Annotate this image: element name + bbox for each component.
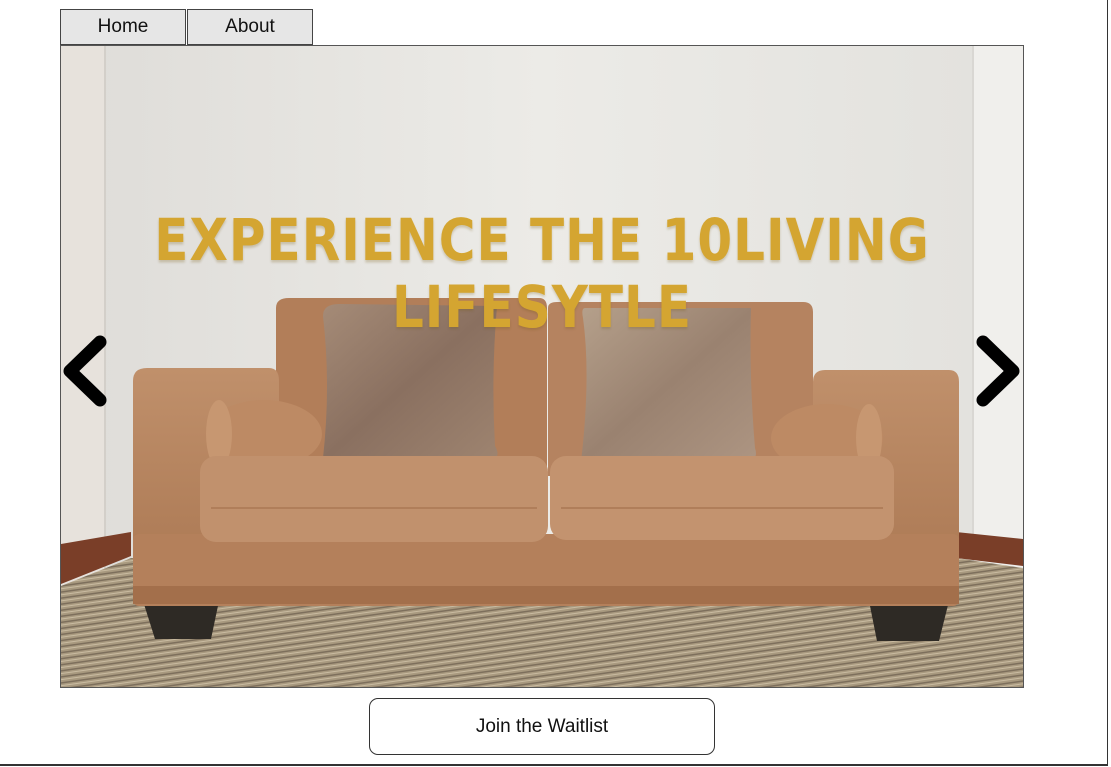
carousel-next-button[interactable] xyxy=(973,334,1023,408)
hero-carousel: EXPERIENCE THE 10LIVING LIFESYTLE xyxy=(60,45,1024,688)
page: Home About EXPERIENCE THE 10LIVING LIFES… xyxy=(0,0,1111,767)
hero-headline: EXPERIENCE THE 10LIVING LIFESYTLE xyxy=(154,207,930,341)
page-border-bottom xyxy=(0,764,1108,766)
tab-home[interactable]: Home xyxy=(60,9,186,45)
top-nav: Home About xyxy=(60,9,313,45)
join-waitlist-button[interactable]: Join the Waitlist xyxy=(369,698,715,755)
page-border-right xyxy=(1107,0,1108,766)
chevron-right-icon xyxy=(976,335,1020,407)
tab-about[interactable]: About xyxy=(187,9,313,45)
carousel-prev-button[interactable] xyxy=(61,334,112,408)
chevron-left-icon xyxy=(63,335,107,407)
hero-image xyxy=(61,46,1023,687)
